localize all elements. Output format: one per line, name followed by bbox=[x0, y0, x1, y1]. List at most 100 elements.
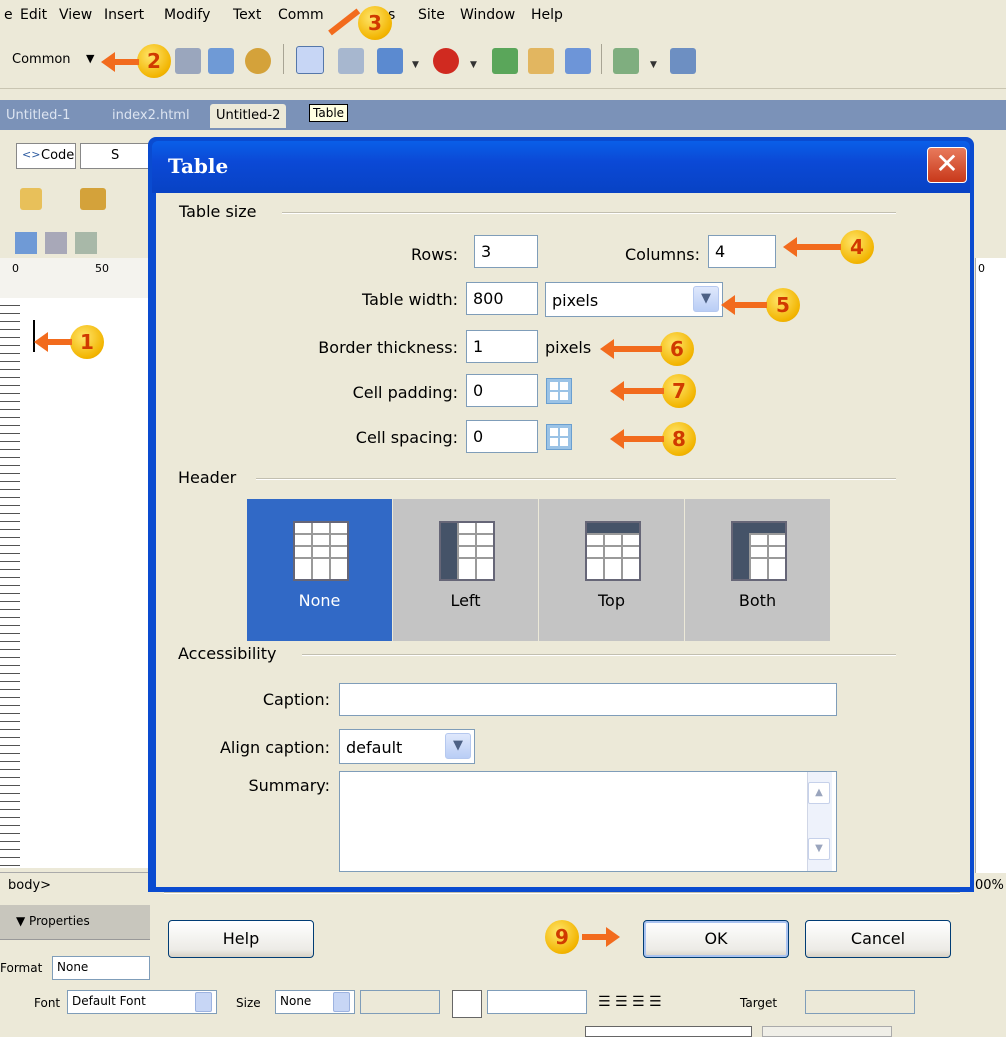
header-option-both[interactable]: Both bbox=[685, 499, 830, 641]
vertical-ruler bbox=[0, 298, 20, 868]
callout-7: 7 bbox=[662, 374, 696, 408]
border-thickness-input[interactable] bbox=[466, 330, 538, 363]
columns-label: Columns: bbox=[625, 245, 700, 264]
scroll-down-icon[interactable]: ▼ bbox=[808, 838, 830, 860]
cell-padding-label: Cell padding: bbox=[352, 383, 458, 402]
caption-input[interactable] bbox=[339, 683, 837, 716]
text-color-swatch[interactable] bbox=[452, 990, 482, 1018]
menu-text[interactable]: Text bbox=[233, 7, 261, 23]
accessibility-heading: Accessibility bbox=[178, 644, 277, 663]
align-caption-label: Align caption: bbox=[219, 738, 330, 757]
callout-5: 5 bbox=[766, 288, 800, 322]
target-label: Target bbox=[740, 996, 778, 1010]
menu-view[interactable]: View bbox=[59, 7, 92, 23]
ruler-mark-right: 0 bbox=[978, 262, 985, 275]
home-icon[interactable] bbox=[80, 188, 106, 210]
table-size-heading: Table size bbox=[179, 202, 257, 221]
tab-untitled-1[interactable]: Untitled-1 bbox=[6, 108, 70, 123]
menu-site[interactable]: Site bbox=[418, 7, 445, 23]
size-dropdown-icon[interactable] bbox=[333, 992, 350, 1012]
target-select[interactable] bbox=[805, 990, 915, 1014]
callout-6: 6 bbox=[660, 332, 694, 366]
menu-edit[interactable]: Edit bbox=[20, 7, 47, 23]
dialog-title-bar[interactable] bbox=[152, 141, 970, 193]
insert-category-select[interactable]: Common bbox=[12, 52, 71, 67]
chevron-down-icon[interactable]: ▼ bbox=[693, 286, 719, 312]
head-dropdown-icon[interactable]: ▼ bbox=[650, 60, 658, 70]
layout-icon[interactable] bbox=[75, 232, 97, 254]
split-view-button[interactable]: S bbox=[80, 143, 150, 169]
category-dropdown-icon[interactable]: ▼ bbox=[86, 52, 94, 65]
list-indent-icons[interactable]: ☰ ☰ ☰ ☰ bbox=[598, 994, 662, 1010]
properties-header[interactable]: ▼ Properties bbox=[0, 905, 150, 940]
image-icon[interactable] bbox=[377, 48, 403, 74]
header-option-none[interactable]: None bbox=[247, 499, 392, 641]
media-icon[interactable] bbox=[433, 48, 459, 74]
media-dropdown-icon[interactable]: ▼ bbox=[470, 60, 478, 70]
layer-icon[interactable] bbox=[338, 48, 364, 74]
rows-input[interactable] bbox=[474, 235, 538, 268]
named-anchor-icon[interactable] bbox=[175, 48, 201, 74]
ok-button[interactable]: OK bbox=[643, 920, 789, 958]
summary-textarea[interactable] bbox=[339, 771, 837, 872]
callout-arrow bbox=[610, 429, 664, 449]
cell-spacing-label: Cell spacing: bbox=[355, 428, 458, 447]
summary-label: Summary: bbox=[248, 776, 330, 795]
font-label: Font bbox=[34, 996, 61, 1010]
menu-insert[interactable]: Insert bbox=[104, 7, 144, 23]
caption-label: Caption: bbox=[262, 690, 330, 709]
button-row-divider bbox=[164, 892, 960, 894]
format-label: Format bbox=[0, 961, 43, 975]
callout-4: 4 bbox=[840, 230, 874, 264]
cell-padding-input[interactable] bbox=[466, 374, 538, 407]
menu-commands[interactable]: Comm bbox=[278, 7, 324, 23]
document-pane[interactable] bbox=[0, 298, 150, 868]
table-icon[interactable] bbox=[296, 46, 324, 74]
page-properties-button[interactable] bbox=[585, 1026, 752, 1037]
text-color-field[interactable] bbox=[487, 990, 587, 1014]
menu-file[interactable]: e bbox=[4, 7, 13, 23]
list-item-button[interactable] bbox=[762, 1026, 892, 1037]
menu-window[interactable]: Window bbox=[460, 7, 515, 23]
menu-modify[interactable]: Modify bbox=[164, 7, 210, 23]
size-label: Size bbox=[236, 996, 261, 1010]
header-both-icon bbox=[731, 521, 787, 581]
font-dropdown-icon[interactable] bbox=[195, 992, 212, 1012]
callout-3: 3 bbox=[358, 6, 392, 40]
ruler-mark-0: 0 bbox=[12, 262, 19, 275]
standard-view-icon[interactable] bbox=[15, 232, 37, 254]
toolbar-separator bbox=[601, 44, 602, 74]
border-thickness-label: Border thickness: bbox=[318, 338, 458, 357]
header-none-icon bbox=[293, 521, 349, 581]
help-button[interactable]: Help bbox=[168, 920, 314, 958]
format-select[interactable]: None bbox=[52, 956, 150, 980]
header-option-left[interactable]: Left bbox=[393, 499, 538, 641]
date-icon[interactable] bbox=[492, 48, 518, 74]
server-include-icon[interactable] bbox=[528, 48, 554, 74]
template-icon[interactable] bbox=[670, 48, 696, 74]
image-dropdown-icon[interactable]: ▼ bbox=[412, 60, 420, 70]
tab-untitled-2[interactable]: Untitled-2 bbox=[210, 104, 287, 128]
cell-spacing-input[interactable] bbox=[466, 420, 538, 453]
email-link-icon[interactable] bbox=[208, 48, 234, 74]
tab-index2[interactable]: index2.html bbox=[112, 108, 190, 123]
header-left-icon bbox=[439, 521, 495, 581]
close-button[interactable]: ✕ bbox=[927, 147, 967, 183]
chevron-down-icon[interactable]: ▼ bbox=[445, 733, 471, 759]
head-icon[interactable] bbox=[613, 48, 639, 74]
scroll-up-icon[interactable]: ▲ bbox=[808, 782, 830, 804]
header-option-label: None bbox=[298, 591, 341, 610]
menu-help[interactable]: Help bbox=[531, 7, 563, 23]
header-heading: Header bbox=[178, 468, 237, 487]
new-document-icon[interactable] bbox=[20, 188, 42, 210]
size-unit-select[interactable] bbox=[360, 990, 440, 1014]
table-width-input[interactable] bbox=[466, 282, 538, 315]
anchor-icon[interactable] bbox=[245, 48, 271, 74]
tag-selector[interactable]: body> bbox=[8, 878, 51, 893]
comment-icon[interactable] bbox=[565, 48, 591, 74]
cancel-button[interactable]: Cancel bbox=[805, 920, 951, 958]
print-icon[interactable] bbox=[45, 232, 67, 254]
header-option-top[interactable]: Top bbox=[539, 499, 684, 641]
menu-bar: e Edit View Insert Modify Text Comm s Si… bbox=[0, 0, 1006, 30]
columns-input[interactable] bbox=[708, 235, 776, 268]
